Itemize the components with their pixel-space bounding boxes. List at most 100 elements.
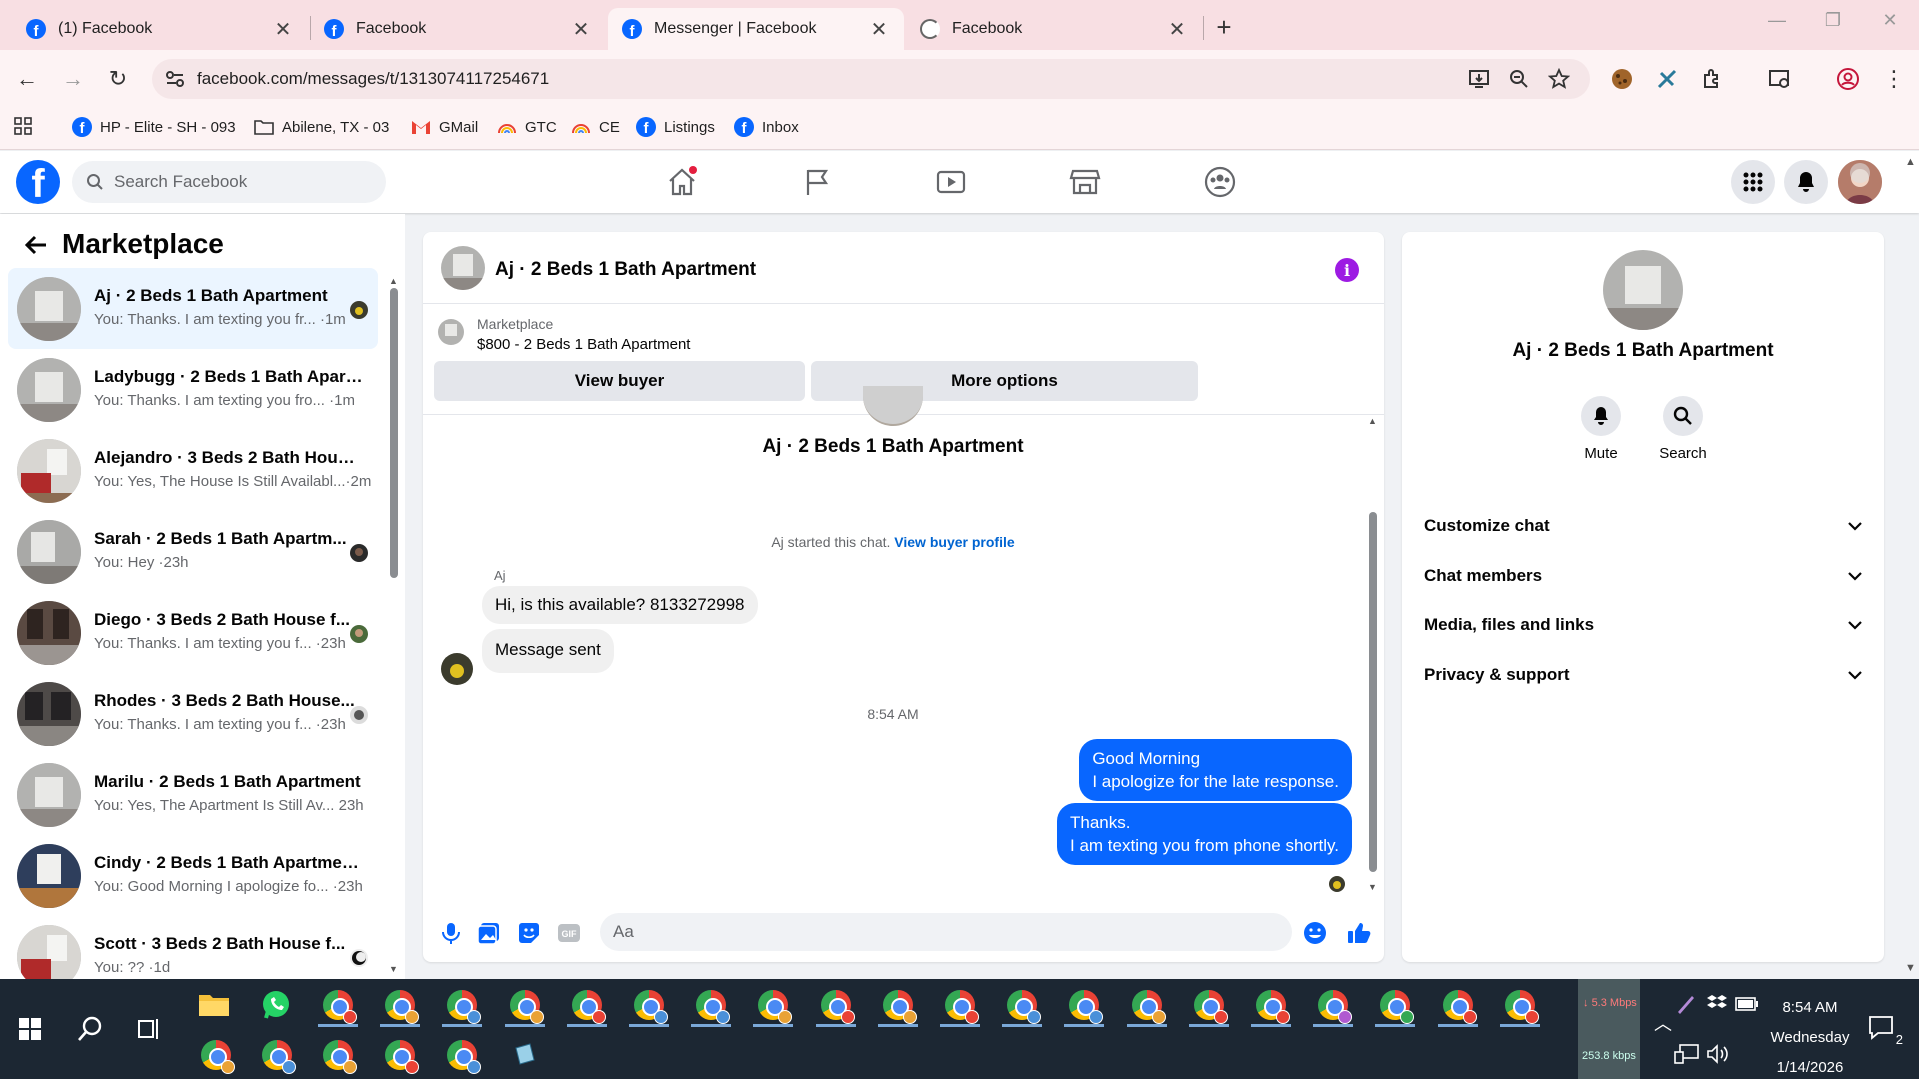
- chrome-window-icon[interactable]: [816, 985, 856, 1027]
- new-tab-button[interactable]: +: [1210, 12, 1238, 43]
- home-icon[interactable]: [665, 165, 699, 199]
- chrome-window-icon[interactable]: [1002, 985, 1042, 1027]
- chrome-window-icon[interactable]: [442, 1035, 482, 1075]
- back-arrow-icon[interactable]: [24, 234, 48, 256]
- listing-price[interactable]: $800 - 2 Beds 1 Bath Apartment: [477, 336, 690, 353]
- privacy-support-section[interactable]: Privacy & support: [1418, 653, 1868, 697]
- chrome-window-icon[interactable]: [878, 985, 918, 1027]
- pages-flag-icon[interactable]: [800, 165, 834, 199]
- mute-button[interactable]: Mute: [1566, 396, 1636, 462]
- browser-tab-facebook-notifications[interactable]: f (1) Facebook ✕: [12, 8, 308, 50]
- scroll-down-arrow[interactable]: ▼: [389, 964, 398, 974]
- chrome-window-icon[interactable]: [257, 1035, 297, 1075]
- microphone-icon[interactable]: [438, 920, 464, 946]
- extension-icon[interactable]: [1655, 67, 1679, 91]
- scrollbar-thumb[interactable]: [390, 288, 398, 578]
- outgoing-message[interactable]: Good Morning I apologize for the late re…: [1079, 739, 1352, 801]
- chrome-window-icon[interactable]: [691, 985, 731, 1027]
- chrome-window-icon[interactable]: [1064, 985, 1104, 1027]
- emoji-icon[interactable]: [1302, 920, 1328, 946]
- chrome-window-icon[interactable]: [567, 985, 607, 1027]
- back-button[interactable]: ←: [12, 64, 42, 94]
- incoming-message[interactable]: Hi, is this available? 8133272998: [482, 586, 758, 624]
- chrome-window-icon[interactable]: [380, 985, 420, 1027]
- page-scroll-up-arrow[interactable]: ▲: [1905, 156, 1916, 168]
- chat-item-alejandro[interactable]: Alejandro · 3 Beds 2 Bath House... You: …: [8, 430, 378, 511]
- chrome-window-icon[interactable]: [1438, 985, 1478, 1027]
- volume-icon[interactable]: [1698, 1034, 1738, 1074]
- cast-icon[interactable]: [1768, 67, 1792, 91]
- file-explorer-icon[interactable]: [194, 985, 234, 1025]
- bookmark-gtc[interactable]: GTC: [497, 117, 557, 137]
- windows-start-icon[interactable]: [10, 1009, 50, 1049]
- chrome-window-icon[interactable]: [1127, 985, 1167, 1027]
- profile-icon[interactable]: [1836, 67, 1860, 91]
- chrome-window-icon[interactable]: [196, 1035, 236, 1075]
- cookie-extension-icon[interactable]: [1610, 67, 1634, 91]
- bookmark-abilene[interactable]: Abilene, TX - 03: [254, 117, 389, 137]
- bookmark-inbox[interactable]: f Inbox: [734, 117, 799, 137]
- gif-icon[interactable]: GIF: [556, 920, 582, 946]
- marketplace-store-icon[interactable]: [1068, 165, 1102, 199]
- media-files-links-section[interactable]: Media, files and links: [1418, 603, 1868, 647]
- chat-item-marilu[interactable]: Marilu · 2 Beds 1 Bath Apartment You: Ye…: [8, 754, 378, 835]
- chrome-window-icon[interactable]: [1251, 985, 1291, 1027]
- system-clock[interactable]: 8:54 AM Wednesday 1/14/2026: [1760, 993, 1860, 1079]
- scroll-up-arrow[interactable]: ▲: [1368, 416, 1377, 426]
- reload-button[interactable]: ↻: [103, 64, 133, 94]
- chrome-window-icon[interactable]: [318, 1035, 358, 1075]
- photo-icon[interactable]: [476, 920, 502, 946]
- notification-center-icon[interactable]: 2: [1863, 1009, 1903, 1049]
- scroll-up-arrow[interactable]: ▲: [389, 276, 398, 286]
- chrome-window-icon[interactable]: [1313, 985, 1353, 1027]
- extensions-puzzle-icon[interactable]: [1700, 67, 1724, 91]
- chrome-window-icon[interactable]: [1375, 985, 1415, 1027]
- browser-tab-messenger[interactable]: f Messenger | Facebook ✕: [608, 8, 904, 50]
- restore-button[interactable]: ❐: [1818, 10, 1848, 31]
- outgoing-message[interactable]: Thanks. I am texting you from phone shor…: [1057, 803, 1352, 865]
- chat-item-rhodes[interactable]: Rhodes · 3 Beds 2 Bath House... You: Tha…: [8, 673, 378, 754]
- notifications-bell-icon[interactable]: [1784, 160, 1828, 204]
- page-scroll-down-arrow[interactable]: ▼: [1905, 962, 1916, 974]
- whatsapp-icon[interactable]: [256, 985, 296, 1025]
- sender-avatar[interactable]: [441, 653, 473, 685]
- account-avatar[interactable]: [1838, 160, 1882, 204]
- chrome-window-icon[interactable]: [380, 1035, 420, 1075]
- bookmark-gmail[interactable]: GMail: [411, 117, 478, 137]
- bookmark-ce[interactable]: CE: [571, 117, 620, 137]
- close-icon[interactable]: ✕: [570, 17, 592, 42]
- bookmark-star-icon[interactable]: [1548, 68, 1570, 90]
- scroll-down-arrow[interactable]: ▼: [1368, 882, 1377, 892]
- facebook-logo[interactable]: f: [16, 160, 60, 204]
- chrome-window-icon[interactable]: [753, 985, 793, 1027]
- menu-grid-icon[interactable]: [1731, 160, 1775, 204]
- chrome-window-icon[interactable]: [442, 985, 482, 1027]
- task-view-icon[interactable]: [130, 1009, 170, 1049]
- groups-icon[interactable]: [1203, 165, 1237, 199]
- chat-item-diego[interactable]: Diego · 3 Beds 2 Bath House f... You: Th…: [8, 592, 378, 673]
- conversation-title[interactable]: Aj · 2 Beds 1 Bath Apartment: [495, 259, 756, 281]
- facebook-search-input[interactable]: Search Facebook: [72, 161, 386, 203]
- window-close-button[interactable]: ✕: [1875, 10, 1905, 31]
- close-icon[interactable]: ✕: [272, 17, 294, 42]
- chrome-window-icon[interactable]: [1500, 985, 1540, 1027]
- menu-dots-icon[interactable]: ⋮: [1882, 67, 1906, 91]
- chrome-window-icon[interactable]: [318, 985, 358, 1027]
- zoom-icon[interactable]: [1508, 68, 1530, 90]
- chrome-window-icon[interactable]: [505, 985, 545, 1027]
- sticker-icon[interactable]: [516, 920, 542, 946]
- site-settings-icon[interactable]: [164, 68, 186, 90]
- search-in-chat-button[interactable]: Search: [1648, 396, 1718, 462]
- scrollbar-thumb[interactable]: [1369, 512, 1377, 872]
- chat-item-aj[interactable]: Aj · 2 Beds 1 Bath Apartment You: Thanks…: [8, 268, 378, 349]
- notepad-icon[interactable]: [505, 1035, 545, 1075]
- close-icon[interactable]: ✕: [1166, 17, 1188, 42]
- message-input[interactable]: [600, 913, 1292, 951]
- chat-item-sarah[interactable]: Sarah · 2 Beds 1 Bath Apartm... You: Hey…: [8, 511, 378, 592]
- view-buyer-profile-link[interactable]: View buyer profile: [894, 534, 1014, 550]
- browser-tab-facebook[interactable]: f Facebook ✕: [310, 8, 606, 50]
- info-icon[interactable]: i: [1335, 258, 1359, 282]
- customize-chat-section[interactable]: Customize chat: [1418, 504, 1868, 548]
- chat-members-section[interactable]: Chat members: [1418, 554, 1868, 598]
- conversation-avatar[interactable]: [441, 246, 485, 290]
